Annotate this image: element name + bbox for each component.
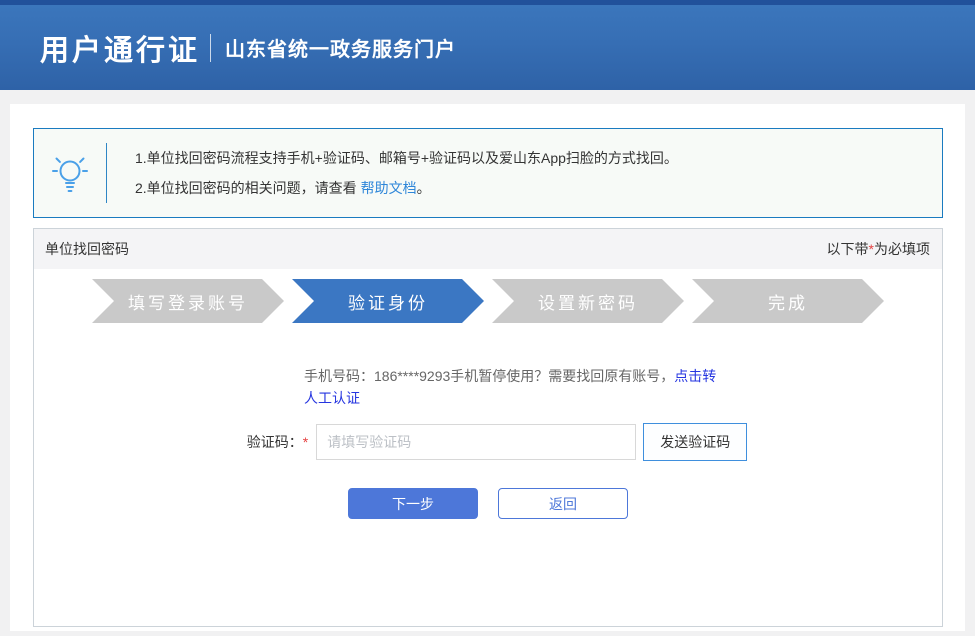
main-card: 1.单位找回密码流程支持手机+验证码、邮箱号+验证码以及爱山东App扫脸的方式找… [10, 104, 965, 631]
captcha-input[interactable] [316, 424, 636, 460]
app-title: 用户通行证 [40, 27, 200, 69]
step-set-password: 设置新密码 [492, 279, 684, 323]
notice-text: 1.单位找回密码流程支持手机+验证码、邮箱号+验证码以及爱山东App扫脸的方式找… [107, 143, 678, 203]
captcha-label: 验证码：* [247, 432, 308, 452]
password-recovery-section: 单位找回密码 以下带*为必填项 填写登录账号 验证身份 设置新密码 完成 手机号… [33, 228, 943, 627]
lightbulb-icon [34, 151, 106, 195]
captcha-label-text: 验证码： [247, 434, 303, 450]
section-header: 单位找回密码 以下带*为必填项 [34, 229, 942, 269]
notice-line-2-text: 2.单位找回密码的相关问题，请查看 [135, 180, 361, 196]
portal-subtitle: 山东省统一政务服务门户 [225, 33, 456, 62]
send-code-button[interactable]: 发送验证码 [643, 423, 747, 461]
section-title: 单位找回密码 [45, 239, 129, 259]
phone-notice-text: 手机号码：186****9293手机暂停使用？需要找回原有账号， [304, 368, 674, 384]
step-verify-identity: 验证身份 [292, 279, 484, 323]
help-doc-link[interactable]: 帮助文档 [361, 180, 417, 196]
step-wizard: 填写登录账号 验证身份 设置新密码 完成 [34, 279, 942, 323]
captcha-form-row: 验证码：* 发送验证码 [43, 423, 951, 461]
required-note: 以下带*为必填项 [827, 239, 930, 259]
required-note-prefix: 以下带 [827, 241, 869, 257]
title-divider [210, 34, 211, 62]
action-buttons: 下一步 返回 [34, 488, 942, 519]
notice-box: 1.单位找回密码流程支持手机+验证码、邮箱号+验证码以及爱山东App扫脸的方式找… [33, 128, 943, 218]
page-header: 用户通行证 山东省统一政务服务门户 [0, 0, 975, 90]
notice-line-1: 1.单位找回密码流程支持手机+验证码、邮箱号+验证码以及爱山东App扫脸的方式找… [135, 143, 678, 173]
back-button[interactable]: 返回 [498, 488, 628, 519]
required-note-suffix: 为必填项 [874, 241, 930, 257]
notice-line-2-suffix: 。 [417, 180, 431, 196]
phone-notice: 手机号码：186****9293手机暂停使用？需要找回原有账号，点击转人工认证 [304, 365, 724, 409]
captcha-required-star: * [303, 434, 308, 450]
step-complete: 完成 [692, 279, 884, 323]
next-step-button[interactable]: 下一步 [348, 488, 478, 519]
step-fill-account: 填写登录账号 [92, 279, 284, 323]
notice-line-2: 2.单位找回密码的相关问题，请查看 帮助文档。 [135, 173, 678, 203]
header-title-group: 用户通行证 山东省统一政务服务门户 [0, 27, 456, 69]
